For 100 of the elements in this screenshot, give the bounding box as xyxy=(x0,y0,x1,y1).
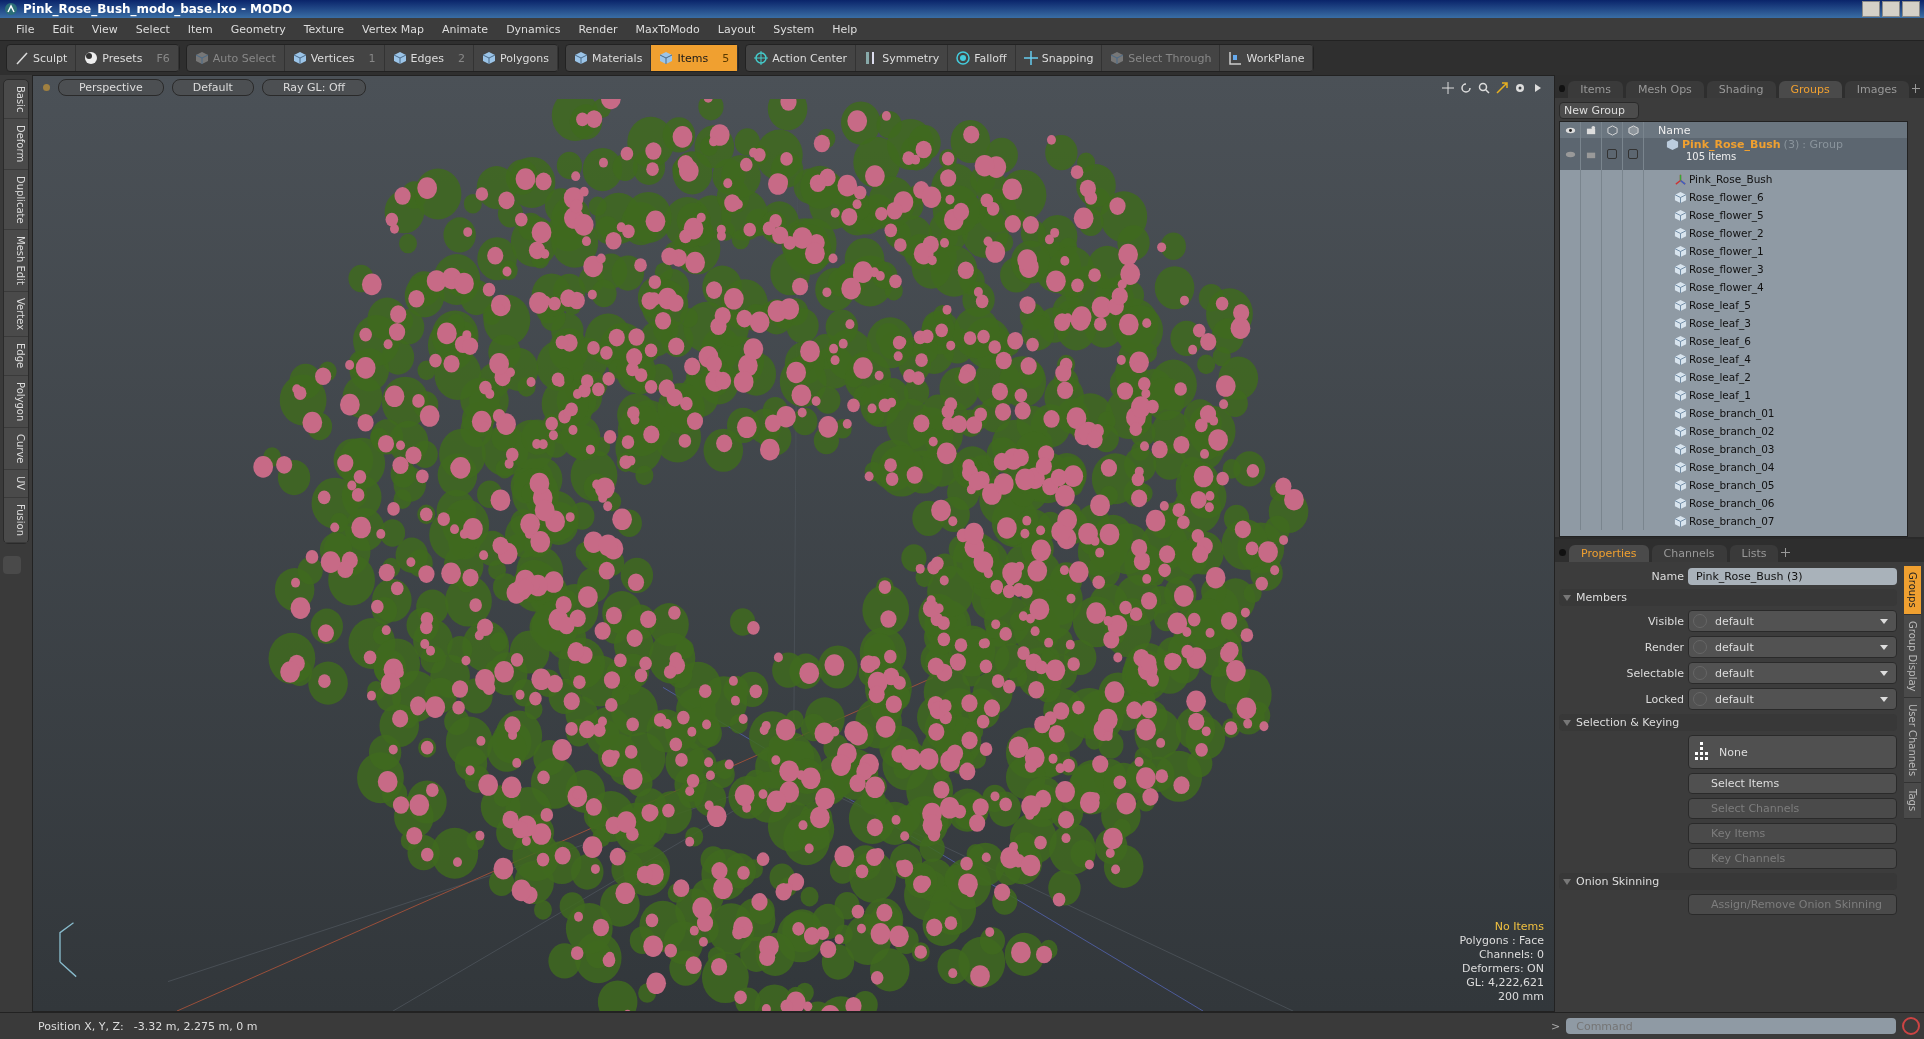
toolbar-button[interactable]: Presets F6 xyxy=(76,45,179,71)
tool-tab[interactable]: Edge xyxy=(4,337,28,376)
move-icon[interactable] xyxy=(1442,81,1454,94)
panel-tab[interactable]: Groups xyxy=(1778,81,1842,98)
tree-item[interactable]: Rose_flower_4 xyxy=(1689,281,1764,293)
toolbar-button[interactable]: Symmetry xyxy=(856,45,949,71)
hierarchy-icon xyxy=(1695,742,1709,762)
section-header[interactable]: Selection & Keying xyxy=(1559,714,1897,731)
tree-item[interactable]: Rose_branch_02 xyxy=(1689,425,1775,437)
tree-item[interactable]: Rose_branch_05 xyxy=(1689,479,1775,491)
maximize-icon[interactable] xyxy=(1496,81,1508,94)
toolbar-button[interactable]: Vertices 1 xyxy=(284,45,385,71)
toolbar-button[interactable]: Falloff xyxy=(948,45,1016,71)
tree-item[interactable]: Rose_leaf_6 xyxy=(1689,335,1751,347)
action-button[interactable]: Select Items xyxy=(1688,773,1897,794)
toolbar-button[interactable]: Polygons xyxy=(474,45,558,71)
tree-item[interactable]: Rose_leaf_5 xyxy=(1689,299,1751,311)
tree-item[interactable]: Rose_branch_06 xyxy=(1689,497,1775,509)
tool-tab[interactable]: Deform xyxy=(4,119,28,170)
dropdown[interactable]: default xyxy=(1688,610,1897,632)
tool-tab[interactable]: Fusion xyxy=(4,497,28,543)
tree-item[interactable]: Rose_branch_04 xyxy=(1689,461,1775,473)
tool-tab[interactable]: Mesh Edit xyxy=(4,230,28,293)
viewport-info-text: Channels: 0 xyxy=(1478,948,1544,961)
toolbar-button[interactable]: Snapping xyxy=(1015,45,1103,71)
tree-item[interactable]: Rose_leaf_2 xyxy=(1689,371,1751,383)
field-label: Render xyxy=(1643,640,1684,654)
menu-item[interactable]: Item xyxy=(179,20,221,38)
menu-item[interactable]: Layout xyxy=(709,20,764,38)
tool-tab[interactable]: Vertex xyxy=(4,292,28,338)
menu-item[interactable]: Select xyxy=(127,20,178,38)
panel-tab[interactable]: Lists xyxy=(1729,545,1779,562)
cube-icon xyxy=(1674,370,1687,384)
viewport-button[interactable]: Ray GL: Off xyxy=(261,79,367,96)
viewport-info-text: Polygons : Face xyxy=(1459,934,1544,947)
name-field[interactable]: Pink_Rose_Bush (3) xyxy=(1688,568,1897,585)
panel-tab[interactable]: Shading xyxy=(1706,81,1776,98)
side-tab[interactable]: Groups xyxy=(1904,566,1921,615)
toolbar-button[interactable]: Edges 2 xyxy=(384,45,474,71)
3d-viewport[interactable]: Perspective Default Ray GL: Off No Items Polygons : Face Channels: 0 Deformers: ON GL: 4,222,621 200 mm xyxy=(32,75,1555,1012)
tool-tab[interactable]: Basic xyxy=(4,80,28,120)
toolbar-button[interactable]: Items 5 xyxy=(651,45,739,71)
search-icon[interactable] xyxy=(1478,81,1490,94)
menu-item[interactable]: Vertex Map xyxy=(353,20,433,38)
panel-tab[interactable]: Channels xyxy=(1651,545,1727,562)
tree-item[interactable]: Rose_branch_07 xyxy=(1689,515,1775,527)
viewport-button[interactable]: Perspective xyxy=(58,79,164,96)
tree-item[interactable]: Pink_Rose_Bush xyxy=(1689,173,1773,185)
menu-item[interactable]: MaxToModo xyxy=(627,20,708,38)
menu-item[interactable]: Animate xyxy=(434,20,497,38)
tree-item[interactable]: Rose_flower_5 xyxy=(1689,209,1764,221)
close-button[interactable] xyxy=(1902,1,1920,17)
tree-item[interactable]: Rose_flower_3 xyxy=(1689,263,1764,275)
tool-tab[interactable]: Duplicate xyxy=(4,169,28,231)
tree-item[interactable]: Rose_flower_2 xyxy=(1689,227,1764,239)
toolbar-button[interactable]: WorkPlane xyxy=(1220,45,1314,71)
tool-tab[interactable]: Polygon xyxy=(4,375,28,428)
tree-item[interactable]: Rose_leaf_4 xyxy=(1689,353,1751,365)
side-tab[interactable]: User Channels xyxy=(1904,698,1921,784)
tree-item[interactable]: Rose_branch_01 xyxy=(1689,407,1775,419)
tree-item[interactable]: Rose_flower_1 xyxy=(1689,245,1764,257)
menu-item[interactable]: Geometry xyxy=(222,20,294,38)
menu-item[interactable]: Edit xyxy=(44,20,82,38)
dropdown[interactable]: default xyxy=(1688,688,1897,710)
dropdown[interactable]: default xyxy=(1688,662,1897,684)
field-label: Selectable xyxy=(1625,666,1684,680)
record-button[interactable] xyxy=(1902,1017,1920,1035)
rotate-icon[interactable] xyxy=(1460,81,1472,94)
dropdown[interactable]: default xyxy=(1688,636,1897,658)
tree-item[interactable]: Rose_branch_03 xyxy=(1689,443,1775,455)
panel-tab[interactable]: Properties xyxy=(1569,545,1649,562)
checkbox[interactable] xyxy=(1607,149,1617,159)
menu-item[interactable]: Help xyxy=(824,20,866,38)
toolbar-button[interactable]: Action Center xyxy=(746,45,857,71)
menu-item[interactable]: File xyxy=(8,20,43,38)
viewport-button[interactable]: Default xyxy=(171,79,254,96)
menu-item[interactable]: Texture xyxy=(295,20,352,38)
mode-button[interactable]: None xyxy=(1688,735,1897,769)
side-tab[interactable]: Group Display xyxy=(1904,614,1921,699)
menu-item[interactable]: System xyxy=(765,20,823,38)
tree-item[interactable]: Rose_leaf_1 xyxy=(1689,389,1751,401)
menu-item[interactable]: Dynamics xyxy=(498,20,569,38)
section-header[interactable]: Members xyxy=(1559,589,1897,606)
panel-tab[interactable]: Mesh Ops xyxy=(1626,81,1704,98)
checkbox[interactable] xyxy=(1628,149,1638,159)
tool-tab[interactable]: UV xyxy=(4,470,28,498)
section-header[interactable]: Onion Skinning xyxy=(1559,873,1897,890)
side-tab[interactable]: Tags xyxy=(1904,783,1921,819)
toolbar-button[interactable]: Sculpt xyxy=(7,45,77,71)
tree-item[interactable]: Rose_flower_6 xyxy=(1689,191,1764,203)
menu-item[interactable]: Render xyxy=(570,20,626,38)
settings-icon[interactable] xyxy=(1514,81,1526,94)
maximize-button[interactable] xyxy=(1882,1,1900,17)
panel-tab[interactable]: Items xyxy=(1568,81,1623,98)
tool-tab[interactable]: Curve xyxy=(4,427,28,471)
menu-item[interactable]: View xyxy=(83,20,126,38)
new-group-button[interactable]: New Group xyxy=(1559,102,1639,119)
panel-tab[interactable]: Images xyxy=(1844,81,1909,98)
tree-item[interactable]: Rose_leaf_3 xyxy=(1689,317,1751,329)
minimize-button[interactable] xyxy=(1862,1,1880,17)
